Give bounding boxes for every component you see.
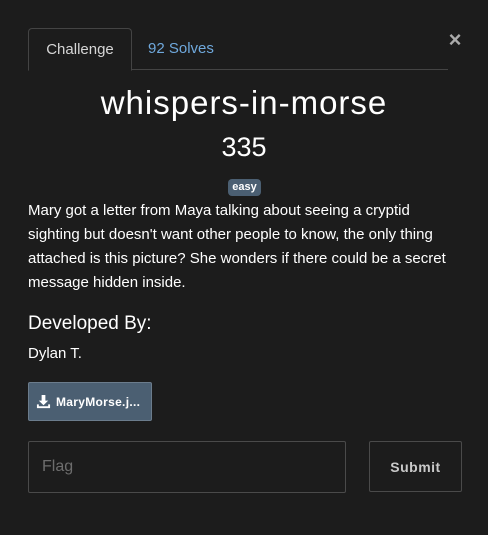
challenge-title: whispers-in-morse [100, 84, 388, 121]
submit-button[interactable]: Submit [369, 441, 462, 492]
file-name-label: MaryMorse.j... [56, 394, 141, 409]
challenge-modal: Challenge 92 Solves × whispers-in-morse … [0, 0, 488, 535]
tab-challenge[interactable]: Challenge [28, 28, 132, 71]
flag-input[interactable] [28, 441, 346, 493]
challenge-points: 335 [221, 132, 267, 162]
challenge-description: Mary got a letter from Maya talking abou… [28, 202, 446, 291]
difficulty-badge: easy [228, 179, 261, 196]
tab-solves[interactable]: 92 Solves [148, 28, 214, 70]
tab-bar: Challenge 92 Solves [28, 28, 448, 71]
developer-name: Dylan T. [28, 345, 82, 362]
developer-heading: Developed By: [28, 313, 152, 334]
download-icon [36, 394, 51, 409]
file-download-button[interactable]: MaryMorse.j... [28, 382, 152, 421]
close-icon[interactable]: × [446, 29, 464, 51]
